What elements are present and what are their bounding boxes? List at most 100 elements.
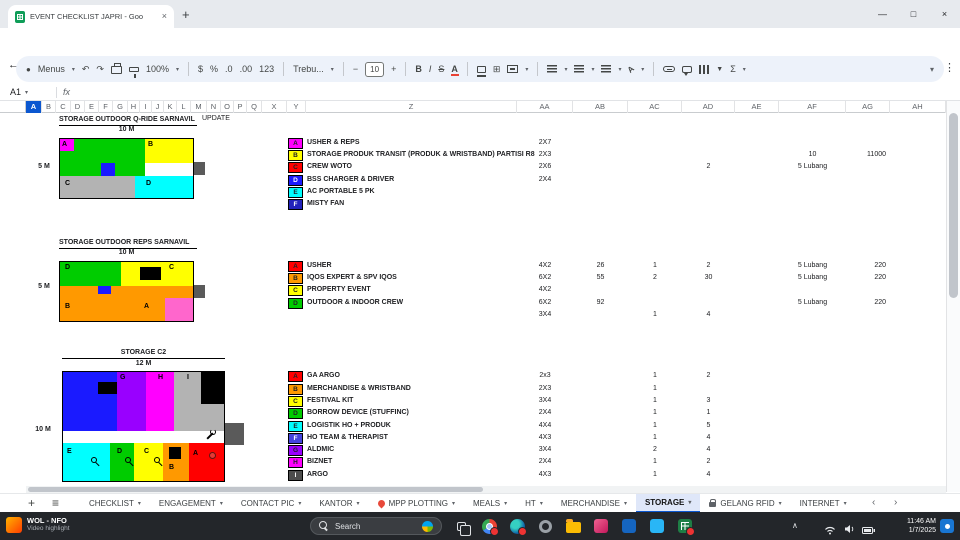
battery-icon[interactable] (862, 522, 875, 540)
size-cell[interactable]: 2X4 (517, 458, 573, 465)
legend-color-cell[interactable]: D (288, 298, 303, 309)
legend-name-cell[interactable]: HO TEAM & THERAPIST (307, 434, 388, 441)
browser-menu-icon[interactable]: ⋮ (944, 61, 955, 74)
bold-button[interactable]: B (415, 64, 422, 74)
legend-name-cell[interactable]: LOGISTIK HO + PRODUK (307, 422, 391, 429)
col-header[interactable]: AA (517, 101, 573, 113)
legend-name-cell[interactable]: GA ARGO (307, 372, 340, 379)
col-header[interactable]: N (207, 101, 221, 113)
vertical-scrollbar[interactable] (946, 101, 960, 492)
legend-name-cell[interactable]: BORROW DEVICE (STUFFINC) (307, 409, 409, 416)
qty-cell[interactable]: 220 (846, 262, 886, 269)
strikethrough-button[interactable]: S (438, 64, 444, 74)
lubang-cell[interactable]: 5 Lubang (779, 163, 846, 170)
name-box[interactable]: A1 ▾ (0, 87, 50, 97)
legend-color-cell[interactable]: C (288, 396, 303, 407)
size-cell[interactable]: 3X4 (517, 446, 573, 453)
settings-app-button[interactable] (536, 517, 554, 535)
legend-name-cell[interactable]: IQOS EXPERT & SPV IQOS (307, 274, 397, 281)
qty-cell[interactable]: 3 (682, 397, 735, 404)
sheet-tab-ht[interactable]: HT ▾ (516, 494, 552, 513)
col-header[interactable]: O (221, 101, 234, 113)
size-cell[interactable]: 2X3 (517, 385, 573, 392)
sheet-tab-checklist[interactable]: CHECKLIST ▾ (80, 494, 150, 513)
tab-scroll-left-icon[interactable]: ‹ (872, 497, 875, 508)
task-view-button[interactable] (452, 517, 471, 536)
legend-name-cell[interactable]: BIZNET (307, 458, 332, 465)
horizontal-scrollbar[interactable] (26, 486, 946, 493)
sheet-tab-engagement[interactable]: ENGAGEMENT ▾ (150, 494, 232, 513)
qty-cell[interactable]: 2 (682, 163, 735, 170)
size-cell[interactable]: 4X3 (517, 471, 573, 478)
text-rotation-icon[interactable]: A (626, 64, 636, 75)
lubang-cell[interactable]: 5 Lubang (779, 262, 846, 269)
minimize-button[interactable]: — (867, 0, 898, 28)
tab-close-icon[interactable]: × (162, 12, 167, 21)
col-header[interactable]: AB (573, 101, 628, 113)
col-header[interactable]: L (177, 101, 191, 113)
size-cell[interactable]: 2x3 (517, 372, 573, 379)
increase-decimal-button[interactable]: .00 (240, 64, 253, 74)
size-cell[interactable]: 2X4 (517, 176, 573, 183)
percent-format-button[interactable]: % (210, 64, 218, 74)
select-all-corner[interactable] (0, 101, 26, 113)
qty-cell[interactable]: 1 (628, 311, 682, 318)
sheet-tab-merchandise[interactable]: MERCHANDISE ▾ (552, 494, 636, 513)
legend-name-cell[interactable]: STORAGE PRODUK TRANSIT (PRODUK & WRISTBA… (307, 151, 535, 158)
print-icon[interactable] (110, 63, 122, 74)
legend-color-cell[interactable]: E (288, 421, 303, 432)
legend-color-cell[interactable]: H (288, 457, 303, 468)
increase-font-button[interactable]: + (391, 64, 396, 74)
size-cell[interactable]: 4X2 (517, 262, 573, 269)
maximize-button[interactable]: □ (898, 0, 929, 28)
qty-cell[interactable]: 55 (573, 274, 628, 281)
sheet-tab-contact-pic[interactable]: CONTACT PIC ▾ (232, 494, 311, 513)
width-label[interactable]: 10 M (59, 249, 194, 256)
legend-name-cell[interactable]: USHER & REPS (307, 139, 360, 146)
col-header[interactable]: X (262, 101, 287, 113)
update-note[interactable]: UPDATE (202, 115, 230, 122)
qty-cell[interactable]: 2 (682, 372, 735, 379)
font-size-input[interactable]: 10 (365, 61, 385, 77)
menus-icon[interactable]: ● (26, 65, 31, 74)
create-filter-icon[interactable]: ▼ (716, 66, 723, 73)
size-cell[interactable]: 2X7 (517, 139, 573, 146)
legend-name-cell[interactable]: CREW WOTO (307, 163, 352, 170)
sheet-tab-internet[interactable]: INTERNET ▾ (791, 494, 856, 513)
qty-cell[interactable]: 1 (628, 262, 682, 269)
redo-button[interactable]: ↷ (96, 64, 104, 75)
sheet-tab-meals[interactable]: MEALS ▾ (464, 494, 516, 513)
qty-cell[interactable]: 4 (682, 434, 735, 441)
currency-format-button[interactable]: $ (198, 64, 203, 74)
wifi-icon[interactable] (824, 522, 836, 540)
sheet-tab-kantor[interactable]: KANTOR ▾ (310, 494, 368, 513)
legend-color-cell[interactable]: I (288, 470, 303, 481)
legend-color-cell[interactable]: G (288, 445, 303, 456)
spreadsheet-app-button[interactable] (676, 517, 695, 536)
text-color-button[interactable]: A (451, 64, 459, 76)
size-cell[interactable]: 3X4 (517, 397, 573, 404)
legend-color-cell[interactable]: A (288, 371, 303, 382)
size-cell[interactable]: 6X2 (517, 299, 573, 306)
new-tab-button[interactable]: + (182, 7, 190, 22)
qty-cell[interactable]: 30 (682, 274, 735, 281)
qty-cell[interactable]: 4 (682, 446, 735, 453)
col-header[interactable]: Q (247, 101, 262, 113)
store-app-button[interactable] (648, 517, 666, 535)
add-sheet-button[interactable]: + (28, 496, 35, 510)
chrome-app-button[interactable] (480, 517, 499, 536)
legend-name-cell[interactable]: OUTDOOR & INDOOR CREW (307, 299, 403, 306)
edge-app-button[interactable] (508, 517, 527, 536)
legend-color-cell[interactable]: C (288, 162, 303, 173)
qty-cell[interactable]: 5 (682, 422, 735, 429)
notification-badge-icon[interactable] (940, 519, 954, 533)
width-label[interactable]: 12 M (62, 360, 225, 367)
col-header[interactable]: AG (846, 101, 890, 113)
qty-cell[interactable]: 1 (628, 458, 682, 465)
col-header[interactable]: AE (735, 101, 779, 113)
tray-chevron-icon[interactable]: ∧ (792, 521, 798, 530)
all-sheets-icon[interactable]: ≡ (52, 496, 59, 510)
number-format-button[interactable]: 123 (259, 64, 274, 74)
lubang-cell[interactable]: 5 Lubang (779, 274, 846, 281)
col-header[interactable]: I (140, 101, 152, 113)
